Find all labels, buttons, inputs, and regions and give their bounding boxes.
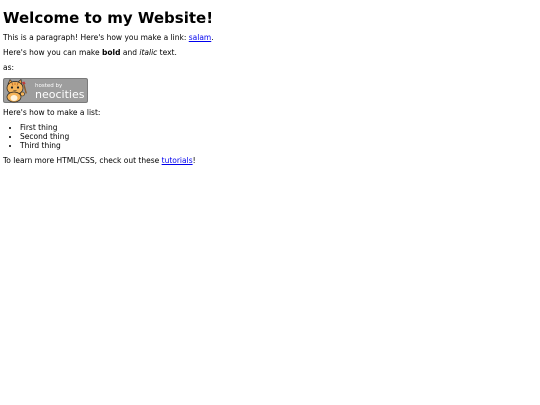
salam-link[interactable]: salam [189, 33, 212, 42]
list-item: Third thing [20, 141, 537, 150]
example-list: First thing Second thing Third thing [3, 123, 537, 150]
formatting-paragraph: Here's how you can make bold and italic … [3, 48, 537, 57]
formatting-text: Here's how you can make [3, 48, 102, 57]
formatting-and: and [120, 48, 140, 57]
page-title: Welcome to my Website! [3, 9, 214, 27]
intro-paragraph: This is a paragraph! Here's how you make… [3, 33, 537, 42]
badge-neocities-text: neocities [35, 88, 85, 101]
page-content: Welcome to my Website! This is a paragra… [0, 0, 540, 165]
tutorials-link[interactable]: tutorials [162, 156, 193, 165]
list-item: Second thing [20, 132, 537, 141]
bold-text: bold [102, 48, 121, 57]
outro-paragraph: To learn more HTML/CSS, check out these … [3, 156, 537, 165]
italic-text: italic [139, 48, 158, 57]
outro-text: To learn more HTML/CSS, check out these [3, 156, 162, 165]
neocities-badge[interactable]: hosted by neocities [3, 78, 88, 103]
list-intro: Here's how to make a list: [3, 108, 101, 117]
intro-end: . [211, 33, 214, 42]
intro-text: This is a paragraph! Here's how you make… [3, 33, 189, 42]
outro-end: ! [192, 156, 196, 165]
formatting-end: text. [157, 48, 177, 57]
as-label: as: [3, 63, 15, 72]
list-item: First thing [20, 123, 537, 132]
